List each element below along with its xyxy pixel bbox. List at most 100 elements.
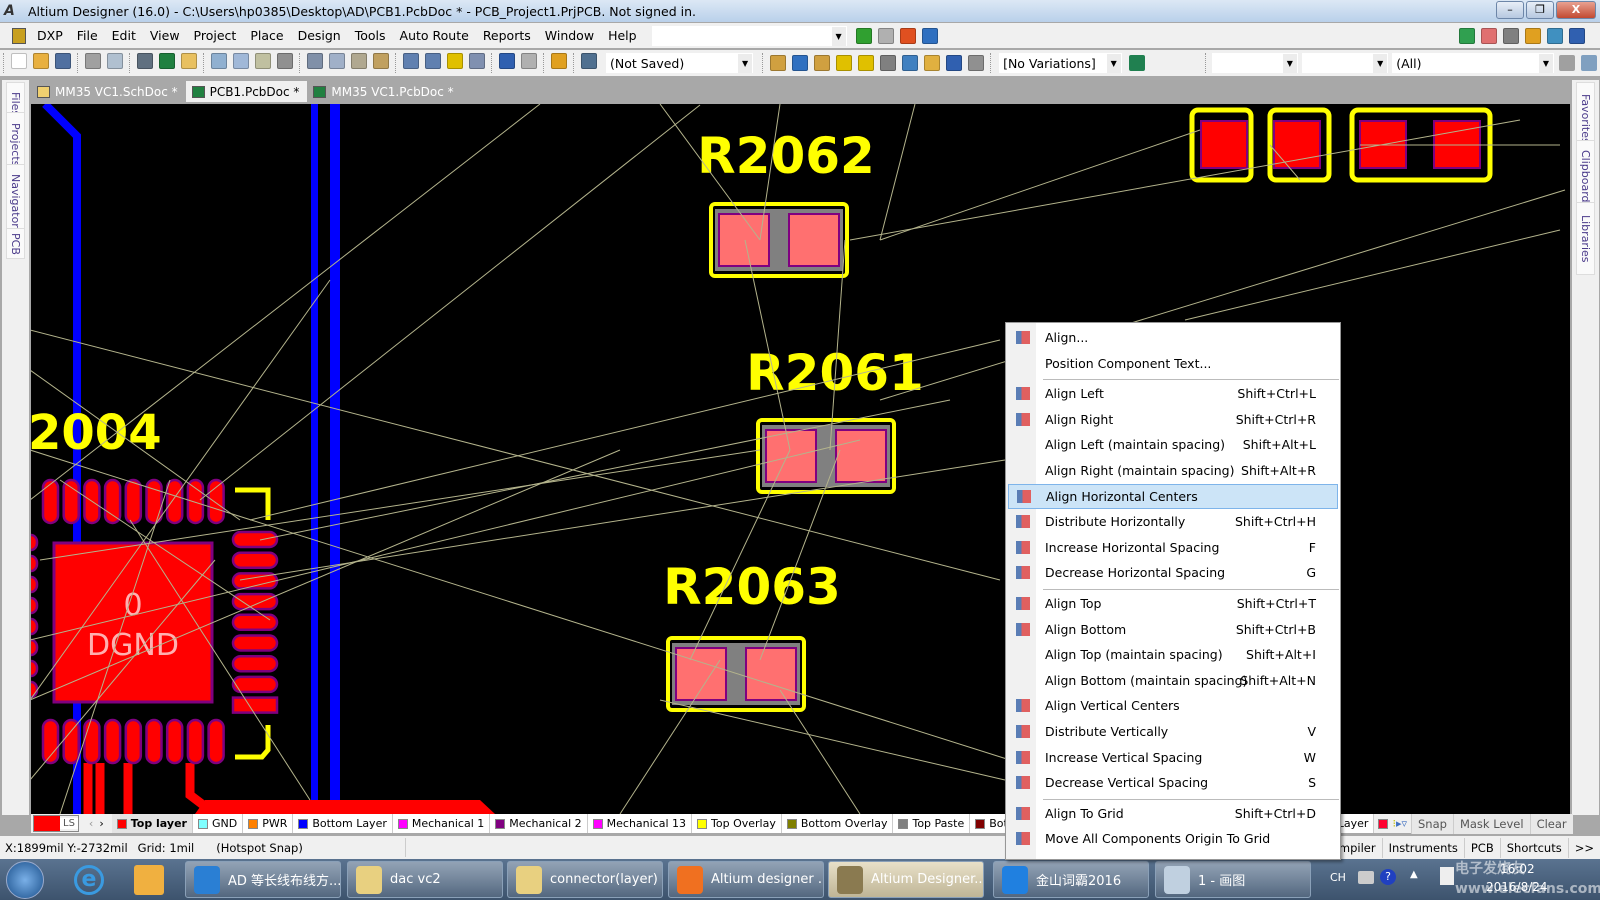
chevron-down-icon[interactable]: ▼ (1282, 54, 1297, 73)
scroll-right-icon[interactable]: › (99, 817, 103, 830)
show-hidden-icons-icon[interactable]: ▲ (1410, 869, 1418, 880)
minimize-button[interactable]: – (1496, 1, 1524, 19)
menu-place[interactable]: Place (243, 23, 290, 48)
menu-item-align-top[interactable]: Align Top Shift+Ctrl+T (1008, 591, 1338, 616)
zoom-fit-icon[interactable] (211, 53, 227, 69)
print-icon[interactable] (85, 53, 101, 69)
component-icon[interactable] (968, 55, 985, 71)
diff-pair-route-icon[interactable] (792, 55, 809, 71)
menu-file[interactable]: File (70, 23, 105, 48)
chevron-down-icon[interactable]: ▼ (1373, 54, 1388, 73)
layer-tab[interactable]: Top Paste (893, 814, 971, 833)
menu-dxp[interactable]: DXP (30, 23, 70, 48)
internet-explorer-icon[interactable]: e (74, 865, 104, 895)
current-layer-indicator[interactable]: LS (33, 815, 79, 832)
menu-reports[interactable]: Reports (476, 23, 538, 48)
measure-icon[interactable] (1459, 27, 1475, 44)
filter-toggle-icon[interactable]: ▸▿ (1396, 817, 1407, 830)
taskbar-button[interactable]: AD 等长线布线方... (185, 861, 341, 898)
menu-help[interactable]: Help (601, 23, 644, 48)
menu-item-increase-vertical-spacing[interactable]: Increase Vertical Spacing W (1008, 745, 1338, 770)
multi-route-icon[interactable] (814, 55, 831, 71)
layer-set-button[interactable]: LS (60, 818, 78, 829)
menu-view[interactable]: View (143, 23, 187, 48)
menu-tools[interactable]: Tools (348, 23, 393, 48)
input-language[interactable]: CH (1330, 871, 1346, 884)
apply-filter-icon[interactable] (1558, 55, 1575, 71)
taskbar-button[interactable]: connector(layer) (507, 861, 663, 898)
print-preview-icon[interactable] (107, 53, 123, 69)
panel-tab-navigator[interactable]: Navigator (6, 164, 25, 237)
menu-window[interactable]: Window (538, 23, 601, 48)
clear-filter-icon[interactable] (1580, 55, 1597, 71)
deselect-icon[interactable] (447, 53, 463, 69)
back-icon[interactable] (855, 27, 872, 44)
filter-zoom-icon[interactable] (277, 53, 293, 69)
via-icon[interactable] (836, 55, 853, 71)
taskbar-button[interactable]: Altium Designer... (828, 861, 984, 898)
help-icon[interactable]: ? (1380, 869, 1396, 885)
paste-icon[interactable] (351, 53, 367, 69)
outlook-icon[interactable] (134, 865, 164, 895)
menu-item-align-vertical-centers[interactable]: Align Vertical Centers (1008, 693, 1338, 718)
menu-item-decrease-vertical-spacing[interactable]: Decrease Vertical Spacing S (1008, 770, 1338, 795)
save-icon[interactable] (55, 53, 71, 69)
blank-combo-2[interactable]: ▼ (1301, 53, 1389, 73)
doc-tab[interactable]: MM35 VC1.PcbDoc * (307, 82, 461, 102)
home-icon[interactable] (899, 27, 916, 44)
panel-button-shortcuts[interactable]: Shortcuts (1499, 837, 1568, 858)
menu-design[interactable]: Design (291, 23, 348, 48)
arc-icon[interactable] (880, 55, 897, 71)
zoom-area-icon[interactable] (233, 53, 249, 69)
taskbar-button[interactable]: 1 - 画图 (1155, 861, 1311, 898)
layer-tab[interactable]: Bottom Overlay (781, 814, 894, 833)
action-center-flag-icon[interactable] (1440, 867, 1454, 885)
menu-item-align-top-maintain-spacing[interactable]: Align Top (maintain spacing) Shift+Alt+I (1008, 642, 1338, 667)
layer-tab[interactable]: Top layer (111, 814, 193, 833)
menu-item-align-bottom[interactable]: Align Bottom Shift+Ctrl+B (1008, 617, 1338, 642)
menu-item-align-horizontal-centers[interactable]: Align Horizontal Centers (1008, 483, 1338, 509)
variant-manager-icon[interactable] (1128, 55, 1145, 71)
clear-button[interactable]: Clear (1529, 813, 1573, 834)
cut-icon[interactable] (307, 53, 323, 69)
menu-item-move-all-components-origin-to-grid[interactable]: Move All Components Origin To Grid (1008, 826, 1338, 851)
pad-icon[interactable] (858, 55, 875, 71)
menu-item-align-to-grid[interactable]: Align To Grid Shift+Ctrl+D (1008, 801, 1338, 826)
menu-item-align-left-maintain-spacing[interactable]: Align Left (maintain spacing) Shift+Alt+L (1008, 432, 1338, 457)
blank-combo-1[interactable]: ▼ (1211, 53, 1298, 73)
move-icon[interactable] (425, 53, 441, 69)
grid-icon[interactable] (1569, 27, 1585, 44)
new-icon[interactable] (11, 53, 27, 69)
start-button[interactable] (6, 861, 44, 899)
refresh-doc-icon[interactable] (921, 27, 938, 44)
zoom-selected-icon[interactable] (255, 53, 271, 69)
close-button[interactable]: X (1556, 1, 1596, 19)
room-icon[interactable] (1547, 27, 1563, 44)
snap-button[interactable]: Snap (1411, 813, 1453, 834)
chevron-down-icon[interactable]: ▼ (1538, 54, 1553, 73)
clear-filter-icon[interactable] (469, 53, 485, 69)
taskbar-button[interactable]: Altium designer ... (668, 861, 824, 898)
panel-button-[interactable]: >> (1567, 837, 1600, 858)
select-area-icon[interactable] (403, 53, 419, 69)
interactive-route-icon[interactable] (770, 55, 787, 71)
fill-icon[interactable] (902, 55, 919, 71)
sheet-icon[interactable] (181, 53, 197, 69)
layer-tab[interactable]: Bottom Layer (293, 814, 393, 833)
menu-item-position-component-text[interactable]: Position Component Text... (1008, 351, 1338, 376)
panel-button-instruments[interactable]: Instruments (1381, 837, 1464, 858)
layer-tab[interactable]: Mechanical 13 (587, 814, 693, 833)
doc-tab[interactable]: MM35 VC1.SchDoc * (31, 82, 186, 102)
taskbar-button[interactable]: 金山词霸2016 (993, 861, 1149, 898)
variations-combo[interactable]: [No Variations] ▼ (999, 53, 1122, 73)
redo-icon[interactable] (521, 53, 537, 69)
layer-tab[interactable]: GND (192, 814, 244, 833)
find-icon[interactable] (1503, 27, 1519, 44)
menu-item-align-right[interactable]: Align Right Shift+Ctrl+R (1008, 407, 1338, 432)
menu-item-distribute-vertically[interactable]: Distribute Vertically V (1008, 719, 1338, 744)
menu-item-distribute-horizontally[interactable]: Distribute Horizontally Shift+Ctrl+H (1008, 509, 1338, 534)
filter-combo[interactable]: (All) ▼ (1392, 53, 1554, 73)
undo-icon[interactable] (499, 53, 515, 69)
layer-tab[interactable]: PWR (243, 814, 294, 833)
open-icon[interactable] (33, 53, 49, 69)
